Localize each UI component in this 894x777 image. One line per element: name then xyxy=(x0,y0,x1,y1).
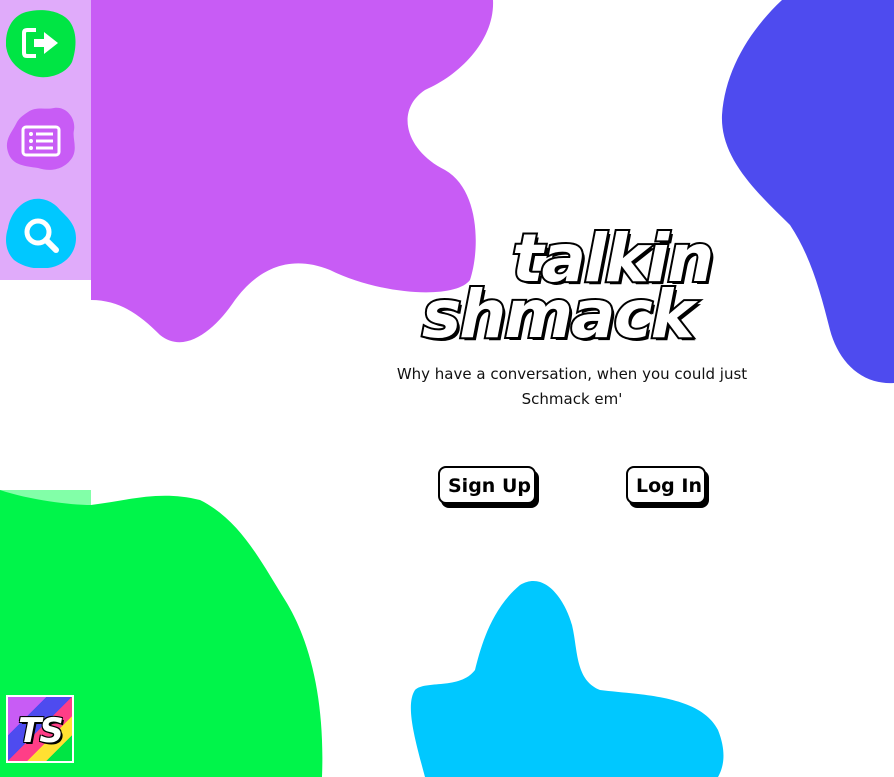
brand-wordmark: talkin shmack xyxy=(400,222,740,352)
sidebar: TS xyxy=(0,0,91,777)
indigo-blob xyxy=(721,0,894,384)
app-logo-text: TS xyxy=(18,711,64,751)
search-icon xyxy=(6,198,76,268)
cyan-blob xyxy=(410,580,724,777)
sign-up-button[interactable]: Sign Up xyxy=(438,466,536,504)
tagline: Why have a conversation, when you could … xyxy=(396,365,748,408)
log-in-button[interactable]: Log In xyxy=(626,466,706,504)
sidebar-item-search[interactable] xyxy=(6,198,76,268)
list-icon xyxy=(6,107,75,170)
app-logo[interactable]: TS xyxy=(6,695,74,763)
brand-line-2: shmack xyxy=(420,276,697,353)
sidebar-item-logout[interactable] xyxy=(6,8,76,78)
landing-page: TS talkin shmack Why have a conversation… xyxy=(0,0,894,777)
sidebar-item-list[interactable] xyxy=(6,104,76,174)
logout-icon xyxy=(6,10,76,78)
